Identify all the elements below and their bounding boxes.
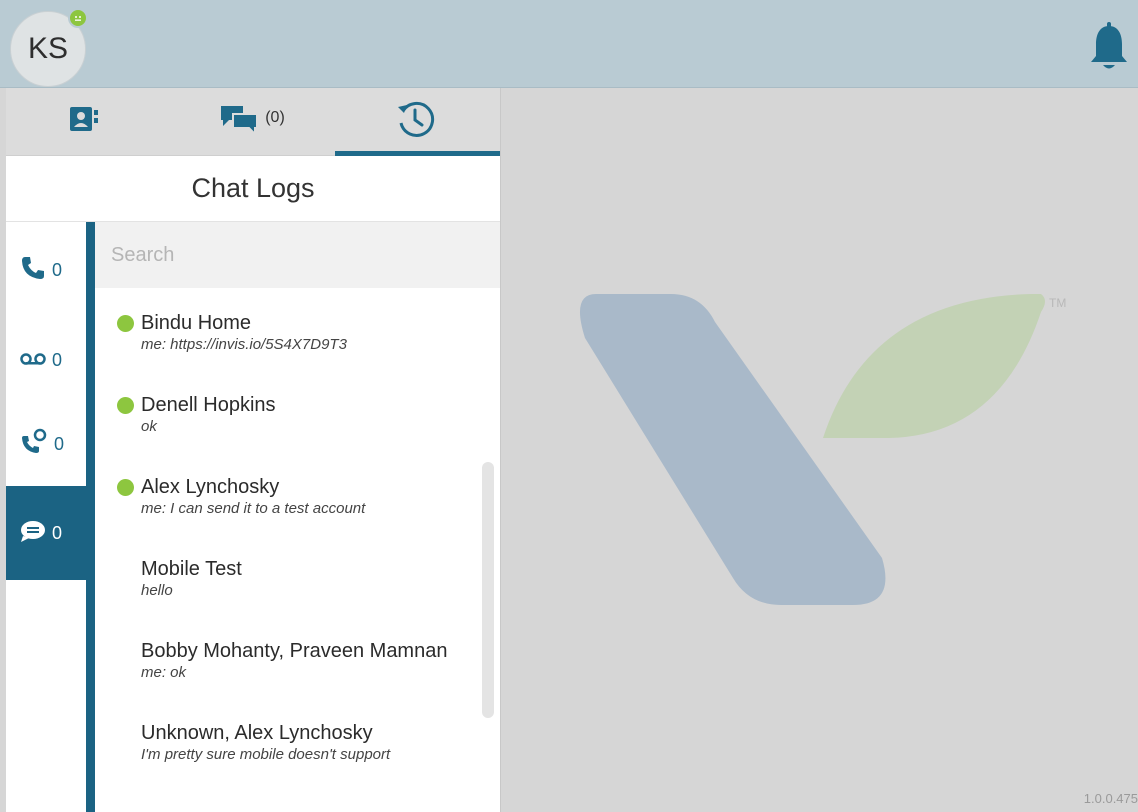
app-version: 1.0.0.475 — [1083, 791, 1138, 806]
list-item[interactable]: Denell Hopkins ok — [95, 392, 500, 474]
tab-bar: (0) — [6, 88, 500, 156]
list-item[interactable]: Bindu Home me: https://invis.io/5S4X7D9T… — [95, 310, 500, 392]
chat-name: Unknown, Alex Lynchosky — [141, 722, 373, 744]
chat-list: Bindu Home me: https://invis.io/5S4X7D9T… — [95, 288, 500, 802]
list-item[interactable]: Bobby Mohanty, Praveen Mamnan me: ok — [95, 638, 500, 720]
tab-messages-count: (0) — [265, 108, 285, 126]
chat-name: Bobby Mohanty, Praveen Mamnan — [141, 640, 448, 662]
history-clock-icon — [395, 99, 435, 144]
chat-log-list-column: Bindu Home me: https://invis.io/5S4X7D9T… — [95, 222, 500, 812]
filter-missed-count: 0 — [54, 433, 65, 454]
missed-call-icon — [20, 428, 48, 461]
chat-preview: me: https://invis.io/5S4X7D9T3 — [141, 336, 347, 353]
chat-name: Denell Hopkins — [141, 394, 276, 416]
brand-logo — [579, 294, 1045, 605]
tab-messages[interactable]: (0) — [171, 88, 336, 155]
presence-online-icon — [117, 479, 134, 496]
voicemail-icon — [20, 350, 46, 371]
left-panel: (0) Chat Logs 0 0 0 0 Search Bindu Home … — [6, 88, 501, 812]
panel-body: 0 0 0 0 Search Bindu Home me: https://in… — [6, 222, 500, 812]
list-item[interactable]: Mobile Test hello — [95, 556, 500, 638]
filter-column: 0 0 0 0 — [6, 222, 86, 812]
notification-bell-icon[interactable] — [1088, 22, 1130, 74]
main-area: TM 1.0.0.475 — [501, 88, 1138, 812]
tab-history[interactable] — [335, 88, 500, 156]
chat-preview: I'm pretty sure mobile doesn't support — [141, 746, 391, 763]
filter-calls[interactable]: 0 — [6, 222, 86, 318]
brand-logo-blue-stroke — [579, 294, 886, 605]
contact-card-icon — [70, 105, 100, 138]
chat-preview: me: I can send it to a test account — [141, 500, 366, 517]
filter-divider — [86, 222, 95, 812]
list-item[interactable]: Alex Lynchosky me: I can send it to a te… — [95, 474, 500, 556]
list-item[interactable]: Unknown, Alex Lynchosky I'm pretty sure … — [95, 720, 500, 802]
presence-online-icon — [68, 8, 88, 28]
chat-name: Mobile Test — [141, 558, 242, 580]
chat-bubbles-icon — [221, 104, 259, 139]
app-window: KS (0) Chat Logs 0 0 0 0 Search Bindu Ho… — [0, 0, 1138, 812]
user-initials: KS — [27, 32, 69, 65]
search-box — [95, 222, 500, 288]
tab-contacts[interactable] — [6, 88, 171, 155]
panel-title: Chat Logs — [6, 156, 500, 222]
filter-calls-count: 0 — [52, 259, 63, 280]
chat-list-scrollbar[interactable] — [482, 462, 494, 718]
filter-chats-count: 0 — [52, 522, 63, 543]
top-bar: KS — [0, 0, 1138, 88]
filter-voicemail[interactable]: 0 — [6, 318, 86, 402]
chat-name: Bindu Home — [141, 312, 252, 334]
presence-online-icon — [117, 397, 134, 414]
filter-voicemail-count: 0 — [52, 349, 63, 370]
chat-name: Alex Lynchosky — [141, 476, 280, 498]
brand-logo-green-leaf — [823, 294, 1045, 438]
filter-chats[interactable]: 0 — [6, 486, 86, 580]
chat-preview: me: ok — [141, 664, 187, 681]
chat-preview: hello — [141, 582, 173, 599]
chat-preview: ok — [141, 418, 157, 435]
presence-online-icon — [117, 315, 134, 332]
chat-icon — [20, 520, 46, 547]
phone-icon — [20, 255, 46, 286]
search-input[interactable] — [111, 243, 471, 267]
filter-missed[interactable]: 0 — [6, 402, 86, 486]
trademark-mark: TM — [1049, 296, 1067, 310]
